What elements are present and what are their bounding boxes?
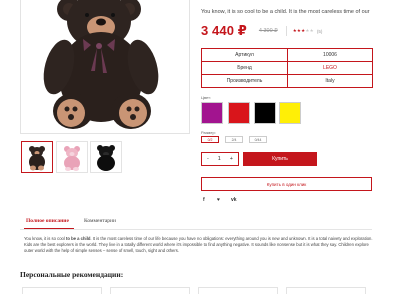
product-image-icon <box>199 289 278 294</box>
spec-value: 10006 <box>287 48 373 62</box>
rating-count: (5) <box>316 28 323 34</box>
table-row: Производитель Italy <box>201 74 373 88</box>
size-label: Размер: <box>201 130 216 135</box>
table-row: Бренд LEGO <box>201 61 373 75</box>
color-label: Цвет: <box>201 95 212 100</box>
teddy-bear-black-icon <box>97 145 115 171</box>
recommendation-card[interactable] <box>286 287 366 294</box>
buy-button[interactable]: Купить <box>243 152 317 166</box>
active-tab-indicator <box>24 228 74 229</box>
product-image-icon <box>287 289 366 294</box>
quantity-stepper: - 1 + <box>201 152 239 166</box>
product-image-icon <box>23 289 102 294</box>
tab-comments[interactable]: Комментарии <box>84 218 116 224</box>
recommendation-card[interactable] <box>198 287 278 294</box>
rating[interactable]: ★★★★★ (5) <box>285 26 323 36</box>
teddy-bear-icon <box>43 0 159 129</box>
vk-icon[interactable]: vk <box>231 197 237 203</box>
thumbnail-black-bear[interactable] <box>90 141 122 173</box>
teddy-bear-pink-icon <box>64 146 80 171</box>
product-short-description: You know, it is so cool to be a child. I… <box>201 9 370 15</box>
tab-full-description[interactable]: Полное описание <box>26 218 69 224</box>
recommendation-card[interactable] <box>22 287 102 294</box>
current-price: 3 440 ₽ <box>201 23 247 38</box>
description-bold: to be a child <box>65 236 91 241</box>
thumbnail-brown-bear[interactable] <box>21 141 53 173</box>
facebook-icon[interactable]: f <box>203 197 205 203</box>
description-part1: You know, it is so cool <box>24 236 66 241</box>
size-option[interactable]: 0/44 <box>249 136 267 143</box>
rating-stars-icon: ★★★★★ <box>292 28 314 33</box>
color-swatch-purple[interactable] <box>201 102 223 124</box>
size-option[interactable]: 0/2 <box>201 136 219 143</box>
spec-key: Артикул <box>201 48 288 62</box>
quantity-value[interactable]: 1 <box>218 156 221 162</box>
color-swatch-yellow[interactable] <box>279 102 301 124</box>
specs-table: Артикул 10006 Бренд LEGO Производитель I… <box>201 48 373 88</box>
recommendation-card[interactable] <box>110 287 190 294</box>
quantity-minus-button[interactable]: - <box>207 156 209 162</box>
price-row: 3 440 ₽ 4 300 ₽ ★★★★★ (5) <box>201 22 373 40</box>
recommendations-title: Персональные рекомендации: <box>20 270 124 279</box>
size-option[interactable]: 2/4 <box>225 136 243 143</box>
teddy-bear-brown-icon <box>29 146 45 171</box>
table-row: Артикул 10006 <box>201 48 373 62</box>
color-swatch-black[interactable] <box>254 102 276 124</box>
heart-icon[interactable]: ♥ <box>217 197 220 203</box>
spec-value: Italy <box>287 74 373 88</box>
tabs-divider <box>20 229 372 230</box>
spec-value-brand-link[interactable]: LEGO <box>287 61 373 75</box>
spec-key: Производитель <box>201 74 288 88</box>
spec-key: Бренд <box>201 61 288 75</box>
thumbnail-pink-bear[interactable] <box>56 141 88 173</box>
full-description-text: You know, it is so cool to be a child. I… <box>24 236 374 254</box>
quantity-plus-button[interactable]: + <box>230 156 233 162</box>
color-swatch-red[interactable] <box>228 102 250 124</box>
buy-one-click-button[interactable]: Купить в один клик <box>201 177 372 191</box>
product-main-image[interactable] <box>20 0 190 134</box>
old-price: 4 300 ₽ <box>258 28 278 34</box>
product-image-icon <box>111 289 190 294</box>
